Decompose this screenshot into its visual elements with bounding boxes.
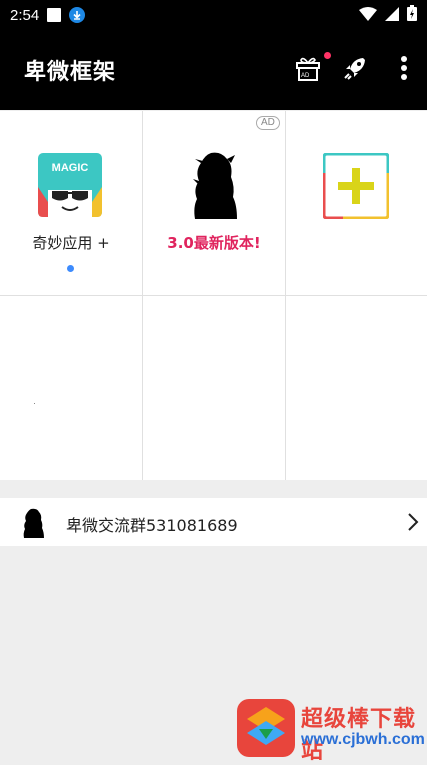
status-time: 2:54 bbox=[10, 6, 40, 24]
battery-charging-icon bbox=[407, 5, 417, 25]
status-dot bbox=[67, 265, 74, 272]
site-watermark: 超级棒下载站 www.cjbwh.com bbox=[235, 697, 427, 764]
wifi-icon bbox=[359, 6, 377, 25]
list-item-label: 卑微交流群531081689 bbox=[66, 516, 238, 535]
rocket-icon bbox=[341, 54, 369, 86]
rocket-button[interactable] bbox=[339, 54, 371, 86]
signal-icon bbox=[385, 6, 399, 25]
empty-cell-dot bbox=[34, 403, 35, 404]
gift-ad-label: AD bbox=[301, 73, 310, 79]
gift-ad-icon bbox=[294, 54, 322, 86]
gift-ad-button[interactable]: AD bbox=[292, 52, 331, 86]
app-grid: MAGIC 奇妙应用 + AD 3.0最新版本! bbox=[0, 111, 427, 480]
add-plus-icon bbox=[322, 152, 390, 220]
grid-item-label: 3.0最新版本! bbox=[167, 234, 261, 252]
grid-item-new-version[interactable]: AD 3.0最新版本! bbox=[143, 111, 285, 295]
square-notification-icon bbox=[47, 8, 62, 22]
ad-badge: AD bbox=[256, 116, 280, 130]
magic-app-icon: MAGIC bbox=[38, 153, 102, 217]
watermark-url: www.cjbwh.com bbox=[301, 731, 425, 748]
notification-dot bbox=[324, 52, 331, 59]
download-icon bbox=[69, 7, 86, 23]
grid-item-empty[interactable] bbox=[286, 296, 427, 480]
list-item-group-chat[interactable]: 卑微交流群531081689 bbox=[0, 498, 427, 546]
silhouette-avatar-icon bbox=[191, 151, 241, 219]
grid-item-empty[interactable] bbox=[0, 296, 142, 480]
app-bar: 卑微框架 AD bbox=[0, 30, 427, 110]
status-bar: 2:54 bbox=[0, 0, 427, 30]
silhouette-avatar-icon bbox=[22, 508, 46, 538]
more-vert-icon bbox=[400, 55, 408, 85]
grid-item-label: 奇妙应用 + bbox=[32, 234, 110, 252]
more-options-button[interactable] bbox=[388, 54, 420, 86]
grid-item-add[interactable] bbox=[286, 111, 427, 295]
app-title: 卑微框架 bbox=[24, 60, 117, 85]
grid-item-empty[interactable] bbox=[143, 296, 285, 480]
chevron-right-icon bbox=[407, 512, 419, 536]
grid-item-magic-app[interactable]: MAGIC 奇妙应用 + bbox=[0, 111, 142, 295]
watermark-logo bbox=[237, 699, 295, 757]
magic-icon-text: MAGIC bbox=[51, 162, 89, 174]
